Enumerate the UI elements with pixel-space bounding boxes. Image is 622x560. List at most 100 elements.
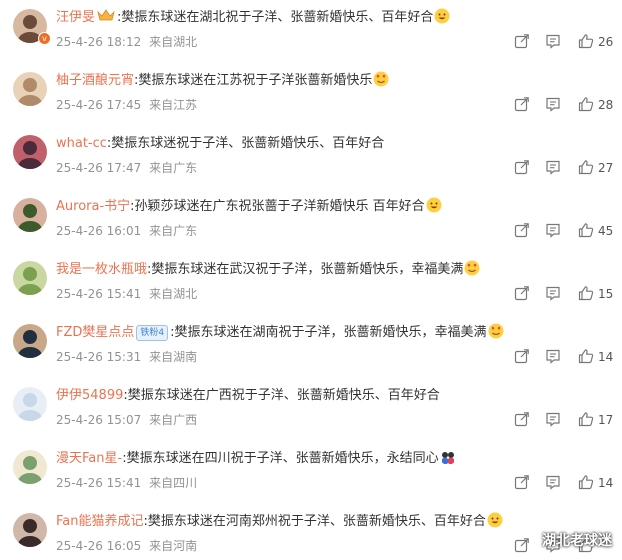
- username-link[interactable]: what-cc: [56, 136, 107, 151]
- comment-meta: 25-4-26 17:47 来自广东: [56, 159, 197, 177]
- comment-item: 漫天Fan星-:樊振东球迷在四川祝于子洋、张蔷新婚快乐，永结同心 25-4-26…: [0, 441, 622, 504]
- comment-text: :樊振东球迷在四川祝于子洋、张蔷新婚快乐，永结同心: [122, 451, 439, 466]
- comment-meta: 25-4-26 18:12 来自湖北: [56, 33, 197, 51]
- timestamp: 25-4-26 17:47: [56, 161, 142, 175]
- comment-meta: 25-4-26 16:01 来自广东: [56, 222, 197, 240]
- share-icon[interactable]: [514, 474, 530, 490]
- avatar[interactable]: [13, 72, 47, 106]
- comment-icon[interactable]: [545, 96, 561, 112]
- comment-meta: 25-4-26 16:05 来自河南: [56, 537, 197, 555]
- comment-text: :樊振东球迷在武汉祝于子洋，张蔷新婚快乐，幸福美满: [147, 262, 464, 277]
- location: 来自湖南: [149, 350, 198, 364]
- timestamp: 25-4-26 15:41: [56, 476, 142, 490]
- timestamp: 25-4-26 15:07: [56, 413, 142, 427]
- emoji-icon: [372, 71, 389, 88]
- location: 来自湖北: [149, 35, 198, 49]
- like-icon[interactable]: [578, 348, 594, 364]
- location: 来自广东: [149, 224, 198, 238]
- share-icon[interactable]: [514, 537, 530, 553]
- share-icon[interactable]: [514, 33, 530, 49]
- comment-icon[interactable]: [545, 348, 561, 364]
- like-count: 26: [598, 35, 614, 49]
- like-count: 45: [598, 224, 614, 238]
- comment-line: FZD樊星点点 铁粉4:樊振东球迷在湖南祝于子洋，张蔷新婚快乐，幸福美满: [56, 323, 504, 343]
- comment-line: Fan能猫养成记:樊振东球迷在河南郑州祝于子洋、张蔷新婚快乐、百年好合: [56, 512, 503, 532]
- like-icon[interactable]: [578, 33, 594, 49]
- location: 来自河南: [149, 539, 198, 553]
- avatar[interactable]: [13, 135, 47, 169]
- emoji-icon: [463, 260, 480, 277]
- username-link[interactable]: 柚子酒酿元宵: [56, 73, 134, 88]
- comment-icon[interactable]: [545, 33, 561, 49]
- comment-text: :孙颖莎球迷在广东祝张蔷于子洋新婚快乐 百年好合: [130, 199, 425, 214]
- location: 来自广西: [149, 413, 198, 427]
- comment-item: what-cc:樊振东球迷祝于子洋、张蔷新婚快乐、百年好合 25-4-26 17…: [0, 126, 622, 189]
- timestamp: 25-4-26 17:45: [56, 98, 142, 112]
- emoji-icon: [486, 512, 503, 529]
- username-link[interactable]: FZD樊星点点: [56, 325, 134, 340]
- comment-text: :樊振东球迷在广西祝于子洋、张蔷新婚快乐、百年好合: [123, 388, 440, 403]
- like-count: 14: [598, 476, 614, 490]
- like-icon[interactable]: [578, 411, 594, 427]
- location: 来自江苏: [149, 98, 198, 112]
- timestamp: 25-4-26 15:31: [56, 350, 142, 364]
- username-link[interactable]: Fan能猫养成记: [56, 514, 144, 529]
- comment-line: 漫天Fan星-:樊振东球迷在四川祝于子洋、张蔷新婚快乐，永结同心: [56, 449, 456, 469]
- emoji-icon: [425, 197, 442, 214]
- comment-icon[interactable]: [545, 159, 561, 175]
- like-count: 17: [598, 413, 614, 427]
- like-icon[interactable]: [578, 222, 594, 238]
- username-link[interactable]: 汪伊旻: [56, 10, 95, 25]
- comment-item: 柚子酒酿元宵:樊振东球迷在江苏祝于子洋张蔷新婚快乐 25-4-26 17:45 …: [0, 63, 622, 126]
- like-icon[interactable]: [578, 474, 594, 490]
- username-link[interactable]: 伊伊54899: [56, 388, 123, 403]
- like-icon[interactable]: [578, 285, 594, 301]
- comment-item: FZD樊星点点 铁粉4:樊振东球迷在湖南祝于子洋，张蔷新婚快乐，幸福美满 25-4…: [0, 315, 622, 378]
- share-icon[interactable]: [514, 222, 530, 238]
- avatar[interactable]: [13, 324, 47, 358]
- comment-icon[interactable]: [545, 222, 561, 238]
- share-icon[interactable]: [514, 285, 530, 301]
- comment-icon[interactable]: [545, 285, 561, 301]
- share-icon[interactable]: [514, 96, 530, 112]
- comment-line: 柚子酒酿元宵:樊振东球迷在江苏祝于子洋张蔷新婚快乐: [56, 71, 389, 91]
- like-count: 28: [598, 98, 614, 112]
- share-icon[interactable]: [514, 159, 530, 175]
- comment-item: 我是一枚水瓶哦:樊振东球迷在武汉祝于子洋，张蔷新婚快乐，幸福美满 25-4-26…: [0, 252, 622, 315]
- location: 来自湖北: [149, 287, 198, 301]
- crown-icon: [97, 9, 115, 21]
- avatar[interactable]: [13, 513, 47, 547]
- timestamp: 25-4-26 15:41: [56, 287, 142, 301]
- avatar[interactable]: [13, 450, 47, 484]
- watermark: 湖北老球迷: [542, 533, 612, 549]
- comment-icon[interactable]: [545, 474, 561, 490]
- emoji-icon: [487, 323, 504, 340]
- comment-meta: 25-4-26 15:07 来自广西: [56, 411, 197, 429]
- comment-item: Aurora-书宁:孙颖莎球迷在广东祝张蔷于子洋新婚快乐 百年好合 25-4-2…: [0, 189, 622, 252]
- emoji-icon: [439, 451, 456, 466]
- comment-icon[interactable]: [545, 411, 561, 427]
- avatar[interactable]: [13, 261, 47, 295]
- username-link[interactable]: 漫天Fan星-: [56, 451, 122, 466]
- timestamp: 25-4-26 18:12: [56, 35, 142, 49]
- comment-text: :樊振东球迷在江苏祝于子洋张蔷新婚快乐: [134, 73, 373, 88]
- avatar[interactable]: [13, 387, 47, 421]
- comment-text: :樊振东球迷在湖北祝于子洋、张蔷新婚快乐、百年好合: [117, 10, 434, 25]
- comment-text: :樊振东球迷在河南郑州祝于子洋、张蔷新婚快乐、百年好合: [143, 514, 486, 529]
- avatar[interactable]: [13, 198, 47, 232]
- comment-line: 汪伊旻 :樊振东球迷在湖北祝于子洋、张蔷新婚快乐、百年好合: [56, 8, 450, 28]
- comment-meta: 25-4-26 15:31 来自湖南: [56, 348, 197, 366]
- like-count: 27: [598, 161, 614, 175]
- like-icon[interactable]: [578, 159, 594, 175]
- like-icon[interactable]: [578, 96, 594, 112]
- comment-meta: 25-4-26 17:45 来自江苏: [56, 96, 197, 114]
- username-link[interactable]: 我是一枚水瓶哦: [56, 262, 147, 277]
- share-icon[interactable]: [514, 411, 530, 427]
- location: 来自四川: [149, 476, 198, 490]
- location: 来自广东: [149, 161, 198, 175]
- comment-line: 伊伊54899:樊振东球迷在广西祝于子洋、张蔷新婚快乐、百年好合: [56, 386, 440, 406]
- share-icon[interactable]: [514, 348, 530, 364]
- username-link[interactable]: Aurora-书宁: [56, 199, 130, 214]
- comment-meta: 25-4-26 15:41 来自四川: [56, 474, 197, 492]
- comment-list: v 汪伊旻:樊振东球迷在湖北祝于子洋、张蔷新婚快乐、百年好合 25-4-26 1…: [0, 0, 622, 560]
